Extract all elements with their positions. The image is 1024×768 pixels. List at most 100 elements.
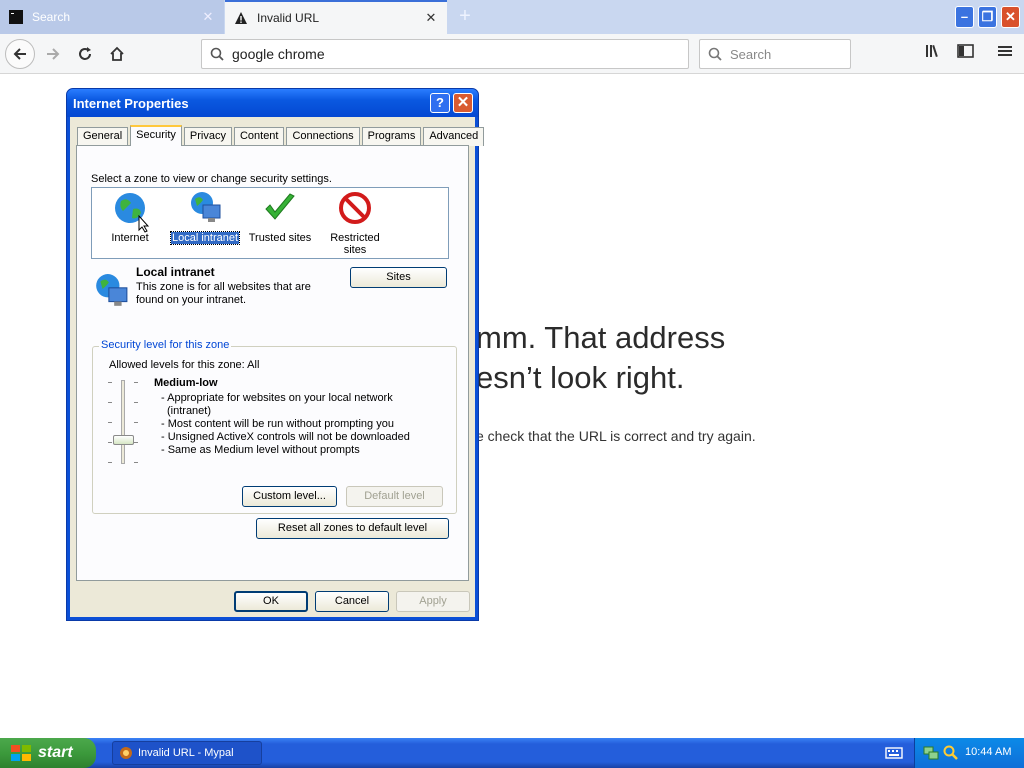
tab-title: Invalid URL	[257, 11, 320, 25]
tab-advanced[interactable]: Advanced	[423, 127, 485, 146]
search-icon	[210, 47, 224, 61]
tab-close-icon[interactable]: ✕	[423, 10, 439, 26]
dialog-tab-row: General Security Privacy Content Connect…	[77, 125, 486, 146]
reset-all-zones-button[interactable]: Reset all zones to default level	[256, 518, 449, 539]
slider-tick	[108, 402, 112, 403]
clock: 10:44 AM	[965, 746, 1012, 758]
tab-search[interactable]: Search ✕	[0, 0, 224, 34]
error-title-line: mm. That address	[476, 320, 726, 355]
default-level-button[interactable]: Default level	[346, 486, 443, 507]
security-level-name: Medium-low	[154, 377, 218, 389]
custom-level-button[interactable]: Custom level...	[242, 486, 337, 507]
forward-button[interactable]	[38, 39, 68, 69]
keyboard-icon[interactable]	[885, 746, 903, 760]
taskbar-item-label: Invalid URL - Mypal	[138, 747, 234, 759]
slider-tick	[108, 422, 112, 423]
windows-logo-icon	[11, 745, 31, 761]
error-title-line: esn’t look right.	[476, 360, 685, 395]
allowed-levels: Allowed levels for this zone: All	[109, 359, 260, 371]
hamburger-menu-icon[interactable]	[994, 43, 1016, 65]
level-detail: - Most content will be run without promp…	[161, 418, 394, 430]
arrow-right-icon	[47, 48, 60, 60]
terminal-favicon-icon	[8, 9, 24, 25]
search-placeholder: Search	[730, 46, 772, 62]
level-detail: - Same as Medium level without prompts	[161, 444, 360, 456]
mouse-cursor-icon	[138, 215, 150, 233]
group-caption: Security level for this zone	[99, 339, 232, 351]
error-title: mm. That address esn’t look right.	[476, 318, 725, 398]
ok-button[interactable]: OK	[234, 591, 308, 612]
new-tab-button[interactable]: +	[452, 5, 478, 29]
network-icon[interactable]	[923, 745, 939, 761]
tab-title: Search	[32, 10, 71, 24]
arrow-left-icon	[13, 48, 26, 60]
tab-connections[interactable]: Connections	[286, 127, 360, 146]
start-button[interactable]: start	[0, 738, 96, 768]
search-tray-icon[interactable]	[943, 745, 959, 761]
internet-properties-dialog: Internet Properties ? ✕ General Security…	[66, 88, 485, 621]
security-level-details: - Appropriate for websites on your local…	[159, 392, 419, 457]
navigation-toolbar: google chrome Search	[0, 34, 1024, 74]
minimize-button[interactable]: –	[955, 6, 974, 28]
zone-trusted-sites[interactable]: Trusted sites	[244, 191, 316, 244]
tab-security[interactable]: Security	[130, 125, 182, 146]
checkmark-icon	[265, 193, 295, 220]
zone-label: Restricted sites	[330, 232, 380, 256]
slider-tick	[108, 442, 112, 443]
home-button[interactable]	[102, 39, 132, 69]
security-slider-thumb[interactable]	[113, 435, 134, 445]
tab-programs[interactable]: Programs	[361, 127, 422, 146]
zone-local-intranet[interactable]: Local intranet	[169, 191, 241, 245]
intranet-icon	[96, 274, 128, 306]
reload-icon	[79, 47, 91, 60]
zone-list: Internet Local intranet Trusted sites Re…	[91, 187, 449, 259]
level-detail: - Appropriate for websites on your local…	[161, 392, 393, 417]
back-button[interactable]	[5, 39, 35, 69]
restricted-icon	[339, 192, 371, 224]
dialog-body: General Security Privacy Content Connect…	[70, 117, 485, 617]
intranet-icon	[191, 192, 221, 222]
zone-label: Internet	[111, 232, 149, 244]
apply-button[interactable]: Apply	[396, 591, 470, 612]
system-tray: 10:44 AM	[914, 738, 1024, 768]
dialog-title[interactable]: Internet Properties	[67, 89, 478, 117]
sites-button[interactable]: Sites	[350, 267, 447, 288]
dialog-close-button[interactable]: ✕	[453, 93, 473, 113]
sidebar-icon[interactable]	[955, 43, 977, 65]
mypal-browser-icon	[120, 747, 132, 759]
help-button[interactable]: ?	[430, 93, 450, 113]
address-bar[interactable]: google chrome	[201, 39, 689, 69]
slider-tick	[134, 422, 138, 423]
warning-icon	[233, 10, 249, 26]
slider-tick	[108, 462, 112, 463]
tab-privacy[interactable]: Privacy	[183, 127, 232, 146]
zone-restricted-sites[interactable]: Restricted sites	[319, 191, 391, 256]
zone-label: Local intranet	[169, 231, 241, 245]
slider-tick	[134, 402, 138, 403]
tab-content[interactable]: Content	[233, 127, 285, 146]
address-text: google chrome	[232, 46, 325, 62]
maximize-button[interactable]: ❐	[978, 6, 997, 28]
library-icon[interactable]	[923, 43, 945, 65]
zone-internet[interactable]: Internet	[94, 191, 166, 244]
security-tab-panel: Select a zone to view or change security…	[76, 145, 469, 581]
slider-tick	[134, 382, 138, 383]
taskbar-item-mypal[interactable]: Invalid URL - Mypal	[112, 741, 262, 765]
tab-close-icon[interactable]: ✕	[200, 9, 216, 25]
search-icon	[708, 47, 722, 61]
tab-invalid-url[interactable]: Invalid URL ✕	[225, 0, 447, 34]
close-window-button[interactable]: ✕	[1001, 6, 1020, 28]
reload-button[interactable]	[70, 39, 100, 69]
zone-prompt: Select a zone to view or change security…	[91, 173, 332, 185]
security-slider-track[interactable]	[121, 380, 125, 464]
slider-tick	[134, 442, 138, 443]
search-box[interactable]: Search	[699, 39, 851, 69]
tab-general[interactable]: General	[77, 127, 129, 146]
browser-tab-strip: Search ✕ Invalid URL ✕ + – ❐ ✕	[0, 0, 1024, 34]
cancel-button[interactable]: Cancel	[315, 591, 389, 612]
level-detail: - Unsigned ActiveX controls will not be …	[161, 431, 410, 443]
start-label: start	[38, 744, 73, 761]
zone-description: This zone is for all websites that are f…	[136, 281, 311, 306]
slider-tick	[134, 462, 138, 463]
error-description: e check that the URL is correct and try …	[476, 428, 756, 444]
